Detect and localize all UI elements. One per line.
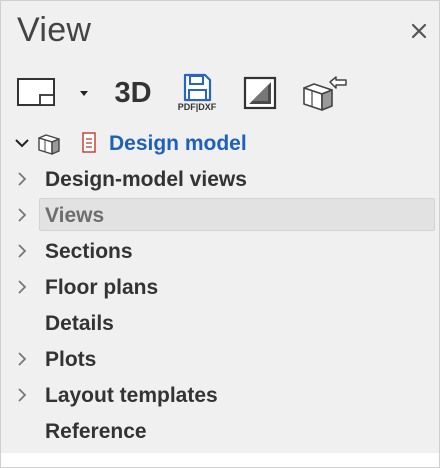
- tree-root-label: Design model: [109, 132, 247, 155]
- insert-model-button[interactable]: [295, 69, 353, 117]
- tree-item-label: Reference: [45, 420, 147, 443]
- chevron-right-icon[interactable]: [13, 242, 31, 260]
- project-tree: Design model Design-model views Views Se…: [1, 125, 439, 457]
- tree-item-plots[interactable]: Plots: [1, 341, 439, 377]
- tree-item-layout-templates[interactable]: Layout templates: [1, 377, 439, 413]
- chevron-right-icon[interactable]: [13, 206, 31, 224]
- tree-item-sections[interactable]: Sections: [1, 233, 439, 269]
- chevron-right-icon[interactable]: [13, 170, 31, 188]
- tree-item-label: Views: [45, 204, 105, 227]
- tree-item-label: Layout templates: [45, 384, 218, 407]
- tree-item-design-model-views[interactable]: Design-model views: [1, 161, 439, 197]
- tree-root-design-model[interactable]: Design model: [1, 125, 439, 161]
- close-icon[interactable]: [407, 19, 431, 43]
- document-icon: [82, 132, 96, 153]
- toolbar: 3D PDF|DXF: [1, 63, 439, 123]
- save-pdf-dxf-button[interactable]: PDF|DXF: [171, 69, 223, 117]
- tree-item-label: Sections: [45, 240, 133, 263]
- tree-item-reference[interactable]: Reference: [1, 413, 439, 449]
- chevron-right-icon[interactable]: [13, 386, 31, 404]
- panel-header: View: [1, 1, 439, 63]
- chevron-right-icon[interactable]: [13, 350, 31, 368]
- tree-item-views[interactable]: Views: [1, 197, 439, 233]
- 3d-button[interactable]: 3D: [105, 69, 161, 117]
- bottom-strip: [1, 453, 439, 467]
- model-cube-icon: [38, 134, 60, 155]
- tree-item-floor-plans[interactable]: Floor plans: [1, 269, 439, 305]
- tree-item-label: Design-model views: [45, 168, 247, 191]
- chevron-right-icon[interactable]: [13, 278, 31, 296]
- chevron-down-icon[interactable]: [13, 134, 31, 152]
- tree-item-label: Details: [45, 312, 114, 335]
- 3d-button-label: 3D: [114, 76, 152, 109]
- save-disk-icon: [183, 73, 212, 102]
- view-panel: View 3D PDF|DXF Design model Design-mode…: [0, 0, 440, 468]
- view-frame-button[interactable]: [11, 69, 61, 117]
- section-view-button[interactable]: [235, 69, 285, 117]
- caret-down-icon: [80, 91, 88, 96]
- half-shaded-square-icon: [243, 76, 277, 110]
- tree-item-label: Floor plans: [45, 276, 159, 299]
- model-insert-arrow-icon: [303, 76, 347, 111]
- tree-item-details[interactable]: Details: [1, 305, 439, 341]
- tree-item-label: Plots: [45, 348, 97, 371]
- view-frame-dropdown[interactable]: [71, 69, 97, 117]
- view-frame-icon: [17, 78, 55, 106]
- panel-title: View: [17, 11, 92, 49]
- pdf-dxf-label: PDF|DXF: [177, 102, 217, 112]
